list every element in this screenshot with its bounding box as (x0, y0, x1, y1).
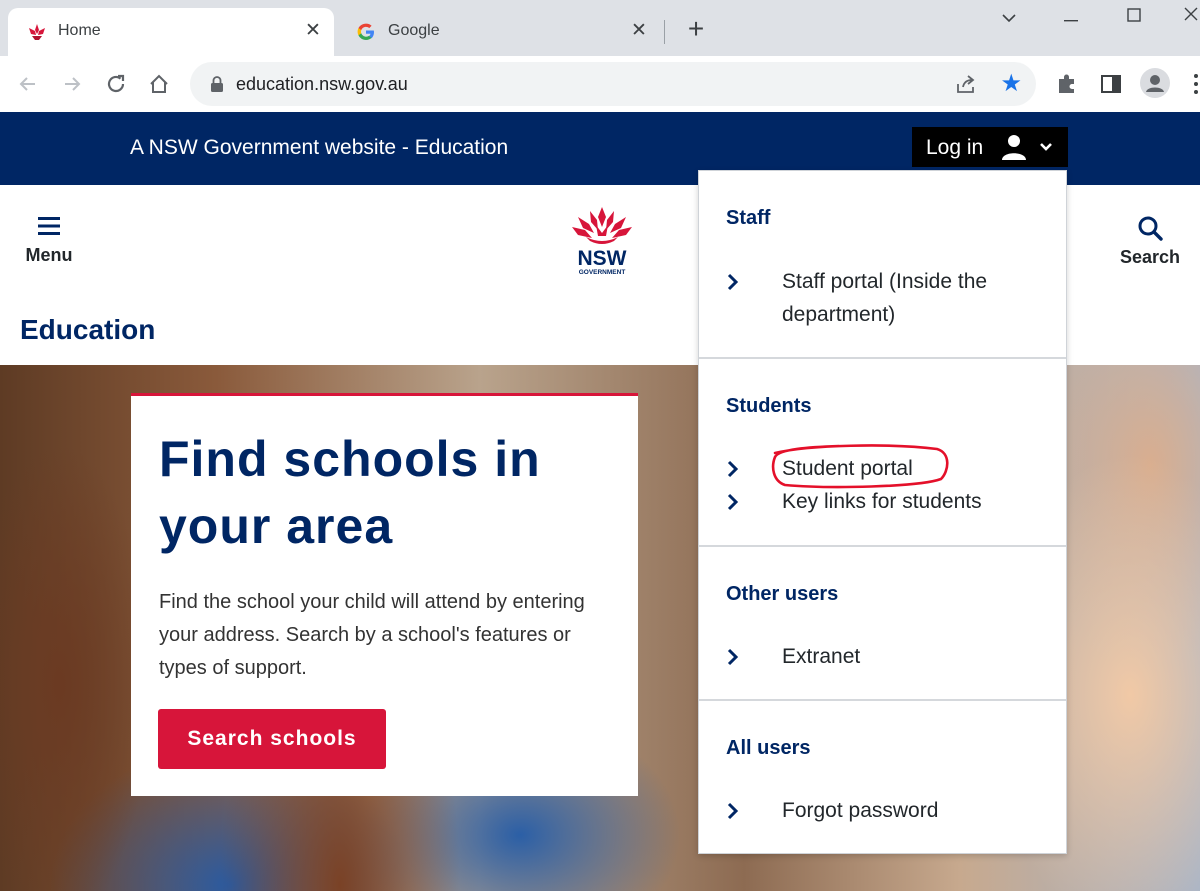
extensions-puzzle-icon[interactable] (1053, 70, 1081, 98)
menu-item-label: Key links for students (782, 490, 982, 513)
search-label: Search (1119, 247, 1181, 267)
section-heading-all-users: All users (726, 737, 811, 759)
tab-search-chevron-icon[interactable] (994, 4, 1024, 30)
menu-item-extranet[interactable]: Extranet (726, 640, 1046, 673)
menu-label: Menu (25, 245, 73, 265)
maximize-icon[interactable] (1119, 4, 1149, 30)
tab-close-icon[interactable]: ✕ (628, 20, 650, 42)
section-divider (699, 699, 1066, 701)
reload-icon[interactable] (101, 70, 131, 98)
government-banner-text: A NSW Government website - Education (130, 136, 509, 159)
chevron-right-icon (727, 648, 739, 666)
hero-title: Find schools in your area (159, 431, 541, 554)
bookmark-star-icon[interactable]: ★ (1000, 71, 1022, 97)
chevron-right-icon (727, 273, 739, 291)
menu-item-key-links-students[interactable]: Key links for students (726, 485, 1046, 518)
tab-home[interactable]: Home ✕ (8, 8, 334, 56)
browser-menu-icon[interactable] (1192, 72, 1200, 96)
section-heading-students: Students (726, 395, 812, 417)
find-schools-card: Find schools in your area Find the schoo… (131, 393, 638, 796)
section-divider (699, 545, 1066, 547)
profile-avatar[interactable] (1140, 68, 1170, 98)
site-title[interactable]: Education (20, 314, 155, 346)
back-icon[interactable] (13, 70, 43, 98)
tab-close-icon[interactable]: ✕ (302, 20, 324, 42)
chevron-right-icon (727, 460, 739, 478)
close-window-icon[interactable] (1176, 4, 1200, 30)
google-g-icon (357, 23, 374, 40)
login-dropdown-menu: Staff Staff portal (Inside the departmen… (698, 170, 1067, 854)
home-icon[interactable] (144, 70, 174, 98)
menu-item-forgot-password[interactable]: Forgot password (726, 794, 1046, 827)
hamburger-menu-icon (38, 217, 60, 235)
menu-item-student-portal[interactable]: Student portal (726, 452, 1046, 485)
hero-description: Find the school your child will attend b… (159, 591, 585, 679)
share-icon[interactable] (954, 73, 978, 97)
search-schools-button[interactable]: Search schools (158, 709, 386, 769)
menu-item-label: Student portal (782, 457, 913, 480)
minimize-icon[interactable] (1056, 4, 1086, 30)
logo-subtext: GOVERNMENT (579, 269, 626, 276)
login-button[interactable]: Log in (912, 127, 1068, 167)
search-icon (1138, 216, 1163, 241)
new-tab-icon[interactable]: + (682, 15, 710, 44)
menu-item-label: Extranet (782, 645, 861, 668)
section-heading-other-users: Other users (726, 583, 839, 605)
tab-separator (664, 20, 665, 44)
browser-toolbar: education.nsw.gov.au ★ (0, 56, 1200, 112)
address-bar[interactable]: education.nsw.gov.au ★ (190, 62, 1036, 106)
tab-title: Google (388, 22, 440, 39)
menu-item-staff-portal[interactable]: Staff portal (Inside the department) (726, 265, 1046, 331)
lock-icon (211, 76, 223, 92)
login-label: Log in (926, 136, 984, 159)
tab-title: Home (58, 22, 101, 39)
nsw-government-logo[interactable]: NSW GOVERNMENT (566, 205, 638, 279)
logo-text: NSW (578, 247, 627, 270)
chevron-right-icon (727, 802, 739, 820)
browser-tab-strip: Home ✕ Google ✕ + (0, 0, 1200, 56)
section-heading-staff: Staff (726, 207, 771, 229)
search-button[interactable]: Search (1114, 215, 1186, 275)
forward-icon[interactable] (57, 70, 87, 98)
user-icon (1002, 135, 1026, 160)
chevron-right-icon (727, 493, 739, 511)
tab-google[interactable]: Google ✕ (338, 8, 660, 56)
menu-button[interactable]: Menu (16, 215, 82, 275)
person-icon (1146, 75, 1164, 92)
url-text: education.nsw.gov.au (236, 74, 408, 94)
menu-item-label: Staff portal (Inside the department) (782, 270, 988, 326)
section-divider (699, 357, 1066, 359)
chevron-down-icon (1040, 143, 1052, 151)
side-panel-icon[interactable] (1097, 70, 1125, 98)
waratah-icon (29, 24, 45, 40)
menu-item-label: Forgot password (782, 799, 939, 822)
